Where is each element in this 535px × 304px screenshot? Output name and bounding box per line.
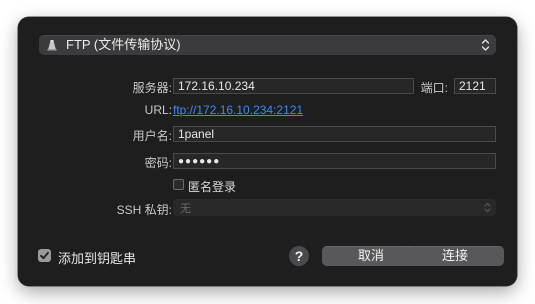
chevron-updown-icon	[484, 202, 491, 213]
ssh-key-select-value: 无	[180, 203, 191, 215]
ssh-key-label: SSH 私钥:	[116, 203, 172, 217]
port-field[interactable]: 2121	[454, 78, 496, 94]
connect-button[interactable]: 连接	[406, 246, 504, 266]
help-button[interactable]: ?	[289, 246, 309, 266]
anonymous-login-checkbox[interactable]	[173, 179, 184, 190]
chevron-updown-icon	[481, 39, 490, 51]
server-label: 服务器:	[132, 81, 172, 95]
add-to-keychain-label: 添加到钥匙串	[58, 251, 137, 266]
password-field[interactable]: ●●●●●●	[173, 153, 496, 169]
password-label: 密码:	[144, 156, 172, 170]
port-label: 端口:	[420, 81, 448, 95]
connect-dialog: FTP (文件传输协议) 服务器: 172.16.10.234 端口: 2121…	[18, 17, 517, 286]
ssh-key-select[interactable]: 无	[173, 199, 496, 216]
username-field[interactable]: 1panel	[173, 126, 496, 142]
protocol-select-value: FTP (文件传输协议)	[66, 37, 181, 52]
ftp-server-icon	[47, 40, 57, 51]
anonymous-login-label: 匿名登录	[188, 180, 237, 194]
username-label: 用户名:	[132, 129, 172, 143]
url-link[interactable]: ftp://172.16.10.234:2121	[173, 103, 303, 117]
server-field[interactable]: 172.16.10.234	[173, 78, 414, 94]
protocol-select[interactable]: FTP (文件传输协议)	[39, 35, 496, 55]
checkmark-icon	[40, 251, 49, 260]
url-label: URL:	[144, 103, 172, 117]
add-to-keychain-checkbox[interactable]	[38, 249, 51, 262]
